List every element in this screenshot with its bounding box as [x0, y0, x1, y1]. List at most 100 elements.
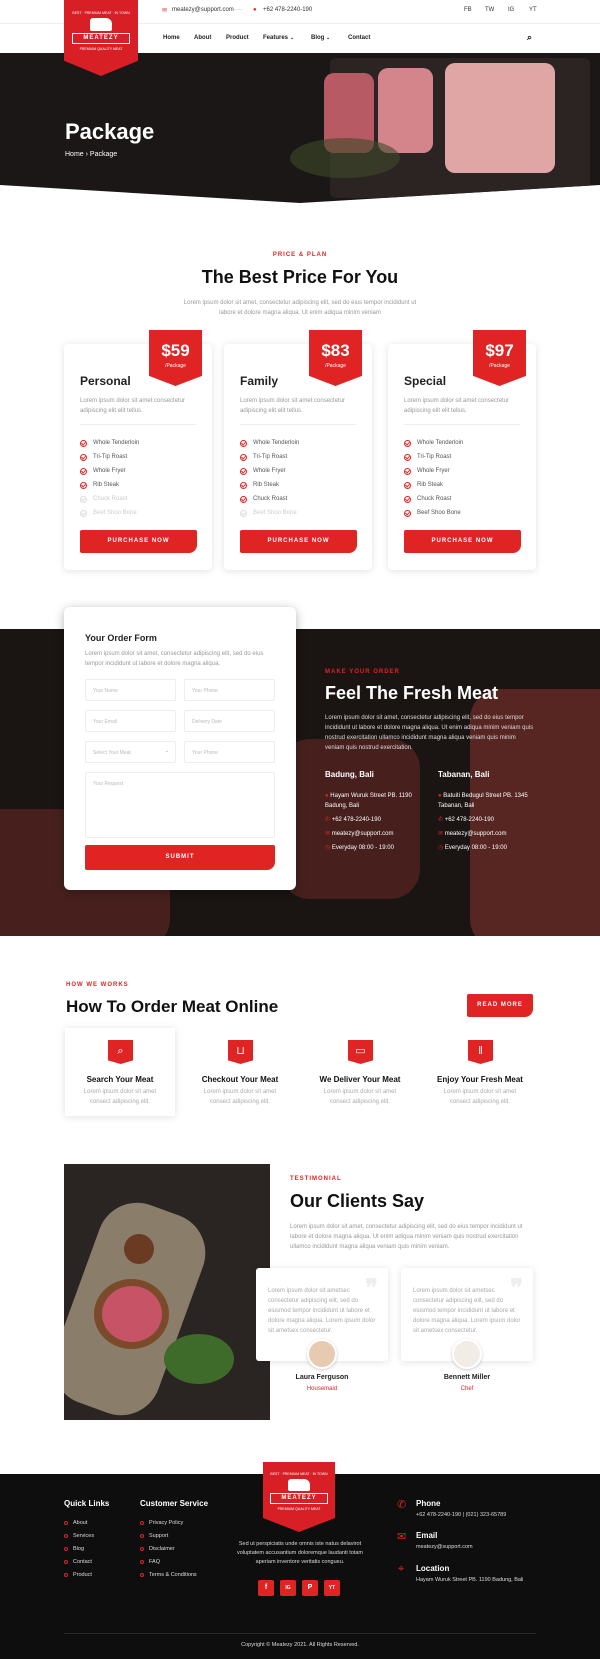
feature-item: Tri-Tip Roast: [240, 450, 299, 464]
instagram-icon[interactable]: IG: [280, 1580, 296, 1596]
footer-link[interactable]: Services: [64, 1533, 94, 1539]
feature-item: Whole Fryer: [404, 464, 463, 478]
footer-link[interactable]: Terms & Conditions: [140, 1572, 197, 1578]
cow-icon: [288, 1479, 310, 1491]
contact-value[interactable]: +62 478-2240-190 | (021) 323-65789: [416, 1512, 506, 1518]
check-icon: [80, 439, 87, 447]
breadcrumb: Home › Package: [65, 151, 117, 158]
footer-link[interactable]: Privacy Policy: [140, 1520, 183, 1526]
youtube-icon[interactable]: YT: [324, 1580, 340, 1596]
search-icon[interactable]: ⌕: [527, 32, 532, 43]
mail-icon: ✉: [438, 831, 445, 837]
step-desc: Lorem ipsum dolor sit amet consect adipi…: [203, 1089, 277, 1105]
social-tw[interactable]: TW: [485, 7, 494, 13]
footer-link[interactable]: Blog: [64, 1546, 84, 1552]
logo-arc-top: BEST · PREMIUM MEAT · IN TOWN: [270, 1472, 328, 1476]
location-phone: ✆ +62 478-2240-190: [325, 817, 381, 823]
date-input[interactable]: Delivery Date: [184, 710, 275, 732]
spice-bowl: [124, 1234, 154, 1264]
breadcrumb-home[interactable]: Home: [65, 151, 84, 158]
request-textarea[interactable]: Your Request: [85, 772, 275, 838]
check-icon: [404, 453, 411, 461]
review-text: Lorem ipsum dolor sit ametsec consectetu…: [268, 1288, 376, 1334]
pinterest-icon[interactable]: P: [302, 1580, 318, 1596]
form-title: Your Order Form: [85, 633, 157, 643]
submit-button[interactable]: SUBMIT: [85, 845, 275, 870]
basket-icon: ⊔: [228, 1040, 253, 1064]
logo-arc-bottom: PREMIUM QUALITY MEAT: [277, 1507, 321, 1511]
plan-desc: Lorem ipsum dolor sit amet consectetur a…: [80, 398, 186, 414]
nav-contact[interactable]: Contact: [348, 35, 370, 41]
price-card-special: $97/Package Special Lorem ipsum dolor si…: [388, 330, 536, 570]
avatar: [307, 1339, 337, 1369]
herb: [290, 138, 400, 178]
footer-link[interactable]: About: [64, 1520, 87, 1526]
phone-pin-icon: ●: [253, 7, 257, 13]
contact-label: Location: [416, 1564, 450, 1573]
nav-blog[interactable]: Blog: [311, 35, 324, 41]
step-desc: Lorem ipsum dolor sit amet consect adipi…: [83, 1089, 157, 1105]
divider: ——: [230, 7, 242, 13]
feature-item: Beef Shoo Bone: [80, 506, 139, 520]
purchase-button[interactable]: PURCHASE NOW: [240, 530, 357, 553]
contact-value: Hayam Wuruk Street PB. 1190 Badung, Bali: [416, 1577, 524, 1583]
feature-item: Whole Tenderloin: [404, 436, 463, 450]
order-form: Your Order Form Lorem ipsum dolor sit am…: [64, 607, 296, 890]
location-email: ✉ meatezy@support.com: [325, 831, 394, 837]
chevron-down-icon: ⌄: [164, 748, 169, 754]
header-phone[interactable]: +62 478-2240-190: [263, 7, 312, 13]
phone-icon: ✆: [325, 817, 332, 823]
check-icon: [80, 495, 87, 503]
purchase-button[interactable]: PURCHASE NOW: [404, 530, 521, 553]
check-icon: [240, 467, 247, 475]
step-card[interactable]: ▭ We Deliver Your Meat Lorem ipsum dolor…: [305, 1028, 415, 1116]
location-email: ✉ meatezy@support.com: [438, 831, 507, 837]
footer-link[interactable]: FAQ: [140, 1559, 160, 1565]
email-input[interactable]: Your Email: [85, 710, 176, 732]
footer-logo[interactable]: BEST · PREMIUM MEAT · IN TOWN MEATEZY PR…: [263, 1462, 335, 1532]
footer-link[interactable]: Disclaimer: [140, 1546, 175, 1552]
logo[interactable]: BEST · PREMIUM MEAT · IN TOWN MEATEZY PR…: [64, 0, 138, 76]
footer-link[interactable]: Product: [64, 1572, 92, 1578]
order-eyebrow: MAKE YOUR ORDER: [325, 669, 400, 675]
footer-link[interactable]: Contact: [64, 1559, 92, 1565]
step-desc: Lorem ipsum dolor sit amet consect adipi…: [443, 1089, 517, 1105]
nav-product[interactable]: Product: [226, 35, 249, 41]
clock-icon: ◷: [438, 845, 445, 851]
price-badge: $59/Package: [149, 330, 202, 386]
nav-home[interactable]: Home: [163, 35, 180, 41]
reviewer-role: Housemaid: [306, 1386, 338, 1392]
name-input[interactable]: Your Name: [85, 679, 176, 701]
step-title: Checkout Your Meat: [201, 1075, 279, 1084]
purchase-button[interactable]: PURCHASE NOW: [80, 530, 197, 553]
contact-value[interactable]: meatezy@support.com: [416, 1544, 473, 1550]
social-yt[interactable]: YT: [529, 7, 537, 13]
step-card[interactable]: ⌕ Search Your Meat Lorem ipsum dolor sit…: [65, 1028, 175, 1116]
reviewer-name: Laura Ferguson: [295, 1374, 349, 1381]
meat-select[interactable]: Select Your Meat ⌄: [85, 741, 176, 763]
read-more-button[interactable]: READ MORE: [467, 994, 533, 1017]
location-hours: ◷ Everyday 08:00 - 19:00: [438, 845, 507, 851]
nav-about[interactable]: About: [194, 35, 211, 41]
phone-input-2[interactable]: Your Phone: [184, 741, 275, 763]
facebook-icon[interactable]: f: [258, 1580, 274, 1596]
step-title: We Deliver Your Meat: [319, 1075, 401, 1084]
chevron-down-icon: ⌄: [326, 35, 331, 41]
social-ig[interactable]: IG: [508, 7, 514, 13]
plan-desc: Lorem ipsum dolor sit amet consectetur a…: [240, 398, 346, 414]
social-fb[interactable]: FB: [464, 7, 472, 13]
step-card[interactable]: ǁ Enjoy Your Fresh Meat Lorem ipsum dolo…: [425, 1028, 535, 1116]
check-icon: [404, 509, 411, 517]
price-badge: $97/Package: [473, 330, 526, 386]
footer-about: Sed ut perspiciatis unde omnis iste natu…: [237, 1541, 363, 1565]
nav-features[interactable]: Features: [263, 35, 288, 41]
step-card[interactable]: ⊔ Checkout Your Meat Lorem ipsum dolor s…: [185, 1028, 295, 1116]
feature-item: Chuck Roast: [404, 492, 463, 506]
footer-link[interactable]: Support: [140, 1533, 168, 1539]
header-email[interactable]: meatezy@support.com: [172, 7, 234, 13]
phone-input[interactable]: Your Phone: [184, 679, 275, 701]
feature-item: Rib Steak: [80, 478, 139, 492]
page-title: Package: [65, 119, 155, 144]
pricing-eyebrow: PRICE & PLAN: [272, 252, 328, 258]
feature-item: Rib Steak: [404, 478, 463, 492]
